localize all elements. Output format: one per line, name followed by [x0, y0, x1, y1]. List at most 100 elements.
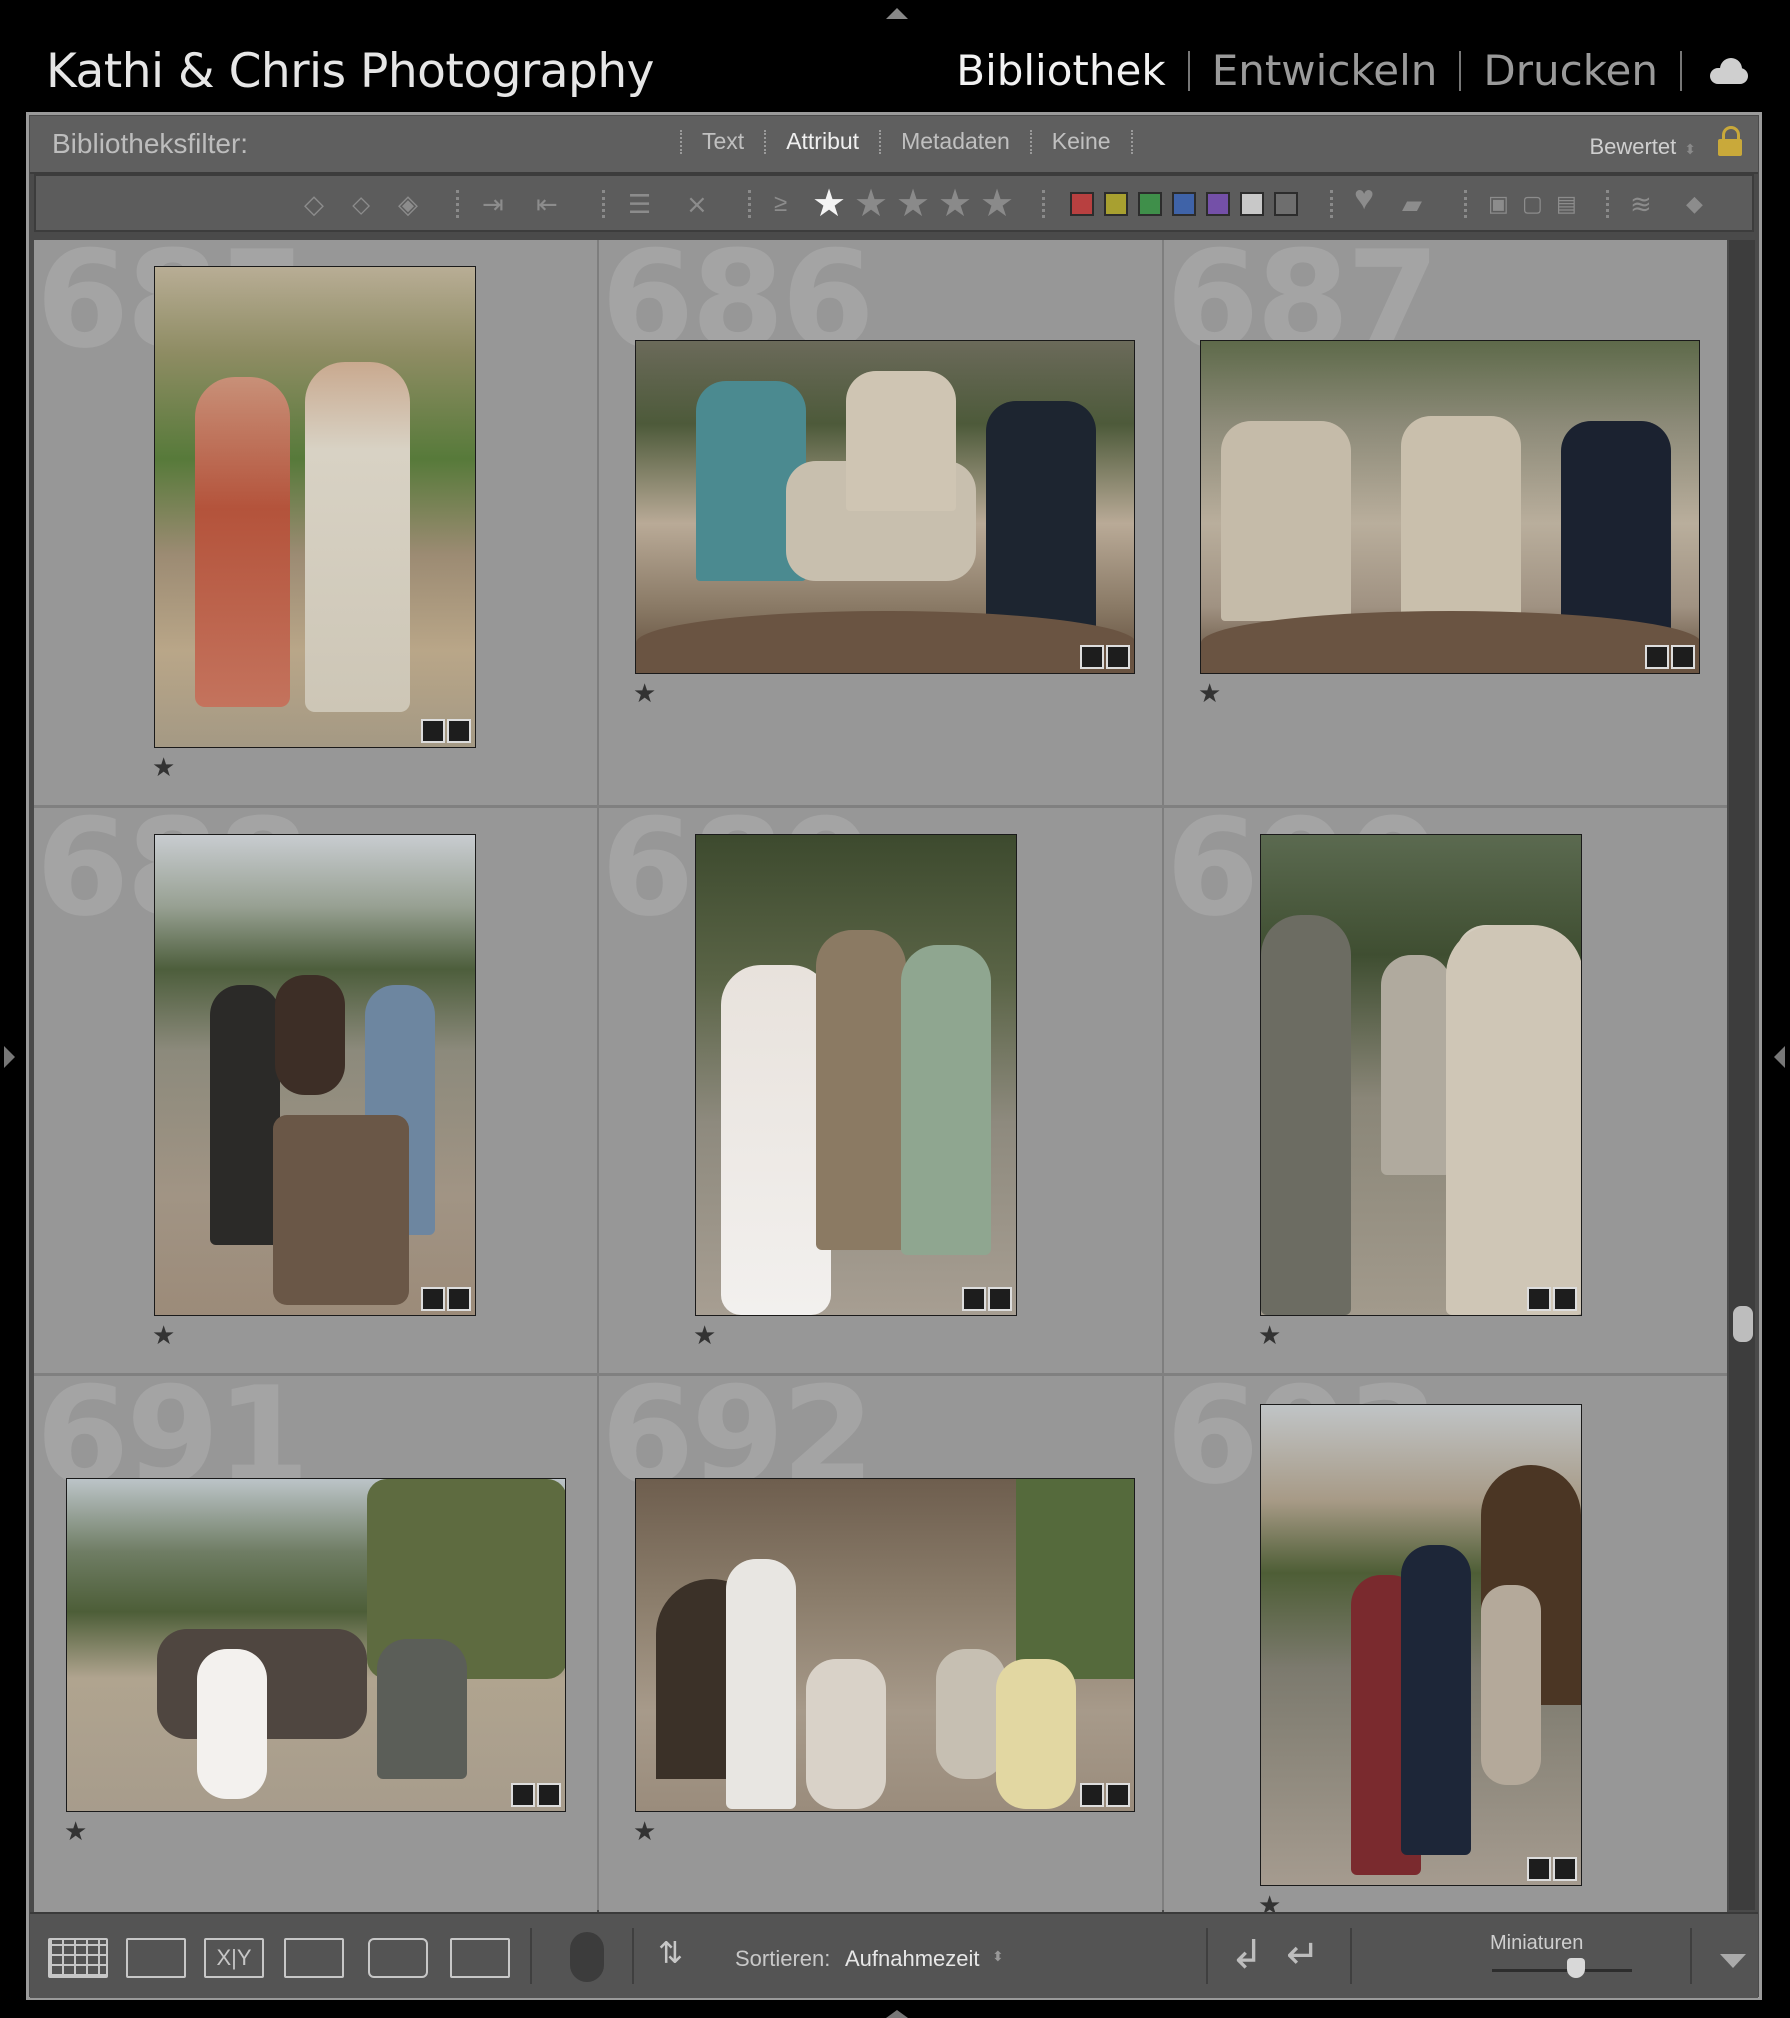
filmstrip-toggle-icon[interactable] — [886, 2010, 908, 2018]
tab-divider — [1130, 129, 1133, 154]
stack-layers-icon[interactable]: ≋ — [1630, 190, 1652, 218]
color-label-none[interactable] — [1274, 192, 1298, 216]
kind-master-icon[interactable]: ▣ — [1488, 190, 1509, 218]
rating-star[interactable]: ★ — [693, 1322, 716, 1348]
tab-none[interactable]: Keine — [1032, 128, 1131, 155]
padlock-icon[interactable] — [1718, 126, 1742, 156]
sort-order-select[interactable]: Aufnahmezeit — [845, 1946, 980, 1972]
filter-tabs: Text Attribut Metadaten Keine — [680, 128, 1133, 155]
module-picker: Bibliothek Entwickeln Drucken — [934, 46, 1750, 95]
photo-thumbnail[interactable] — [695, 834, 1017, 1316]
cloud-sync-icon[interactable] — [1706, 57, 1750, 84]
collapse-arrow-icon[interactable]: ◆ — [1686, 190, 1703, 218]
photo-thumbnail[interactable] — [635, 1478, 1135, 1812]
chevron-updown-icon: ⬍ — [1684, 141, 1696, 157]
compare-view-icon[interactable]: X|Y — [204, 1938, 264, 1978]
grid-view-icon[interactable] — [48, 1938, 108, 1978]
photo-thumbnail[interactable] — [154, 834, 476, 1316]
kind-virtual-copy-icon[interactable]: ▢ — [1522, 190, 1543, 218]
rating-star[interactable]: ★ — [64, 1818, 87, 1844]
photo-thumbnail[interactable] — [1260, 834, 1582, 1316]
slideshow-icon[interactable] — [450, 1938, 510, 1978]
filter-preset-select[interactable]: Bewertet ⬍ — [1589, 134, 1696, 160]
rating-star[interactable]: ★ — [1198, 680, 1221, 706]
metadata-badge — [1080, 1783, 1130, 1807]
grid-divider — [1162, 240, 1164, 1910]
color-label-red[interactable] — [1070, 192, 1094, 216]
settings-icon[interactable]: ☰ — [628, 190, 651, 218]
loupe-view-icon[interactable] — [126, 1938, 186, 1978]
flag-unflagged-icon[interactable]: ⬦ — [352, 190, 370, 218]
rotate-right-icon[interactable]: ↵ — [1286, 1932, 1320, 1978]
rating-star[interactable]: ★ — [633, 1818, 656, 1844]
top-panel-toggle-icon[interactable] — [886, 8, 908, 19]
edited-icon[interactable]: ⇥ — [482, 190, 504, 218]
rating-star-3[interactable]: ★ — [896, 184, 930, 224]
flag-pick-icon[interactable]: ◇ — [304, 190, 324, 218]
no-settings-icon[interactable]: ⨯ — [686, 190, 708, 218]
photo-thumbnail[interactable] — [1260, 1404, 1582, 1886]
rating-star-5[interactable]: ★ — [980, 184, 1014, 224]
toolbar-divider — [1690, 1928, 1692, 1984]
favorite-heart-icon[interactable]: ♥ — [1354, 181, 1374, 215]
grid-cell[interactable]: 685 ★ — [34, 240, 597, 804]
color-label-green[interactable] — [1138, 192, 1162, 216]
rating-operator[interactable]: ≥ — [774, 190, 787, 218]
module-library[interactable]: Bibliothek — [934, 46, 1187, 95]
unedited-icon[interactable]: ⇤ — [536, 190, 558, 218]
left-panel-toggle-icon[interactable] — [4, 1046, 15, 1068]
survey-view-icon[interactable] — [284, 1938, 344, 1978]
grid-cell[interactable]: 689 ★ — [599, 808, 1162, 1372]
tab-text[interactable]: Text — [682, 128, 764, 155]
grid-cell[interactable]: 693 ★ — [1164, 1376, 1727, 1940]
rating-star-4[interactable]: ★ — [938, 184, 972, 224]
right-panel-toggle-icon[interactable] — [1774, 1046, 1785, 1068]
divider — [1464, 190, 1467, 218]
thumbnail-size-slider-thumb[interactable] — [1567, 1958, 1585, 1978]
tab-metadata[interactable]: Metadaten — [881, 128, 1030, 155]
grid-cell[interactable]: 688 ★ — [34, 808, 597, 1372]
rating-star-1[interactable]: ★ — [812, 184, 846, 224]
scrollbar-thumb[interactable] — [1733, 1306, 1753, 1342]
rating-star[interactable]: ★ — [152, 1322, 175, 1348]
divider — [1330, 190, 1333, 218]
color-label-purple[interactable] — [1206, 192, 1230, 216]
module-develop[interactable]: Entwickeln — [1190, 46, 1460, 95]
attribute-filter-bar: ◇ ⬦ ◈ ⇥ ⇤ ☰ ⨯ ≥ ★ ★ ★ ★ ★ ♥ ▰ ▣ ▢ ▤ ≋ ◆ — [34, 174, 1754, 232]
rating-star-2[interactable]: ★ — [854, 184, 888, 224]
thumbnail-size-slider-track[interactable] — [1492, 1969, 1632, 1972]
chevron-updown-icon: ⬍ — [992, 1948, 1004, 1964]
photo-thumbnail[interactable] — [635, 340, 1135, 674]
metadata-badge — [1527, 1287, 1577, 1311]
sort-direction-icon[interactable]: ⇅ — [658, 1936, 683, 1971]
grid-cell[interactable]: 692 ★ — [599, 1376, 1162, 1940]
rotate-left-icon[interactable]: ↲ — [1230, 1932, 1264, 1978]
grid-cell[interactable]: 686 ★ — [599, 240, 1162, 804]
tab-attribute[interactable]: Attribut — [766, 128, 879, 155]
photo-thumbnail[interactable] — [66, 1478, 566, 1812]
color-label-custom[interactable] — [1240, 192, 1264, 216]
module-print[interactable]: Drucken — [1461, 46, 1680, 95]
identity-plate: Kathi & Chris Photography — [46, 44, 654, 99]
library-filter-bar: Bibliotheksfilter: Text Attribut Metadat… — [30, 116, 1758, 174]
rating-star[interactable]: ★ — [1258, 1322, 1281, 1348]
kind-video-icon[interactable]: ▤ — [1556, 190, 1577, 218]
rating-star[interactable]: ★ — [152, 754, 175, 780]
color-label-yellow[interactable] — [1104, 192, 1128, 216]
grid-cell[interactable]: 687 ★ — [1164, 240, 1727, 804]
rating-star[interactable]: ★ — [633, 680, 656, 706]
toolbar-menu-chevron-icon[interactable] — [1720, 1954, 1746, 1968]
photo-thumbnail[interactable] — [1200, 340, 1700, 674]
grid-cell[interactable]: 691 ★ — [34, 1376, 597, 1940]
grid-cell[interactable]: 690 ★ — [1164, 808, 1727, 1372]
divider — [602, 190, 605, 218]
color-label-blue[interactable] — [1172, 192, 1196, 216]
metadata-badge — [511, 1783, 561, 1807]
flag-rejected-icon[interactable]: ◈ — [398, 190, 418, 218]
comment-icon[interactable]: ▰ — [1402, 190, 1422, 218]
grid-scrollbar[interactable] — [1729, 240, 1755, 1910]
painter-spray-can-icon[interactable] — [570, 1932, 604, 1982]
people-view-icon[interactable] — [368, 1938, 428, 1978]
photo-thumbnail[interactable] — [154, 266, 476, 748]
toolbar-divider — [632, 1928, 634, 1984]
